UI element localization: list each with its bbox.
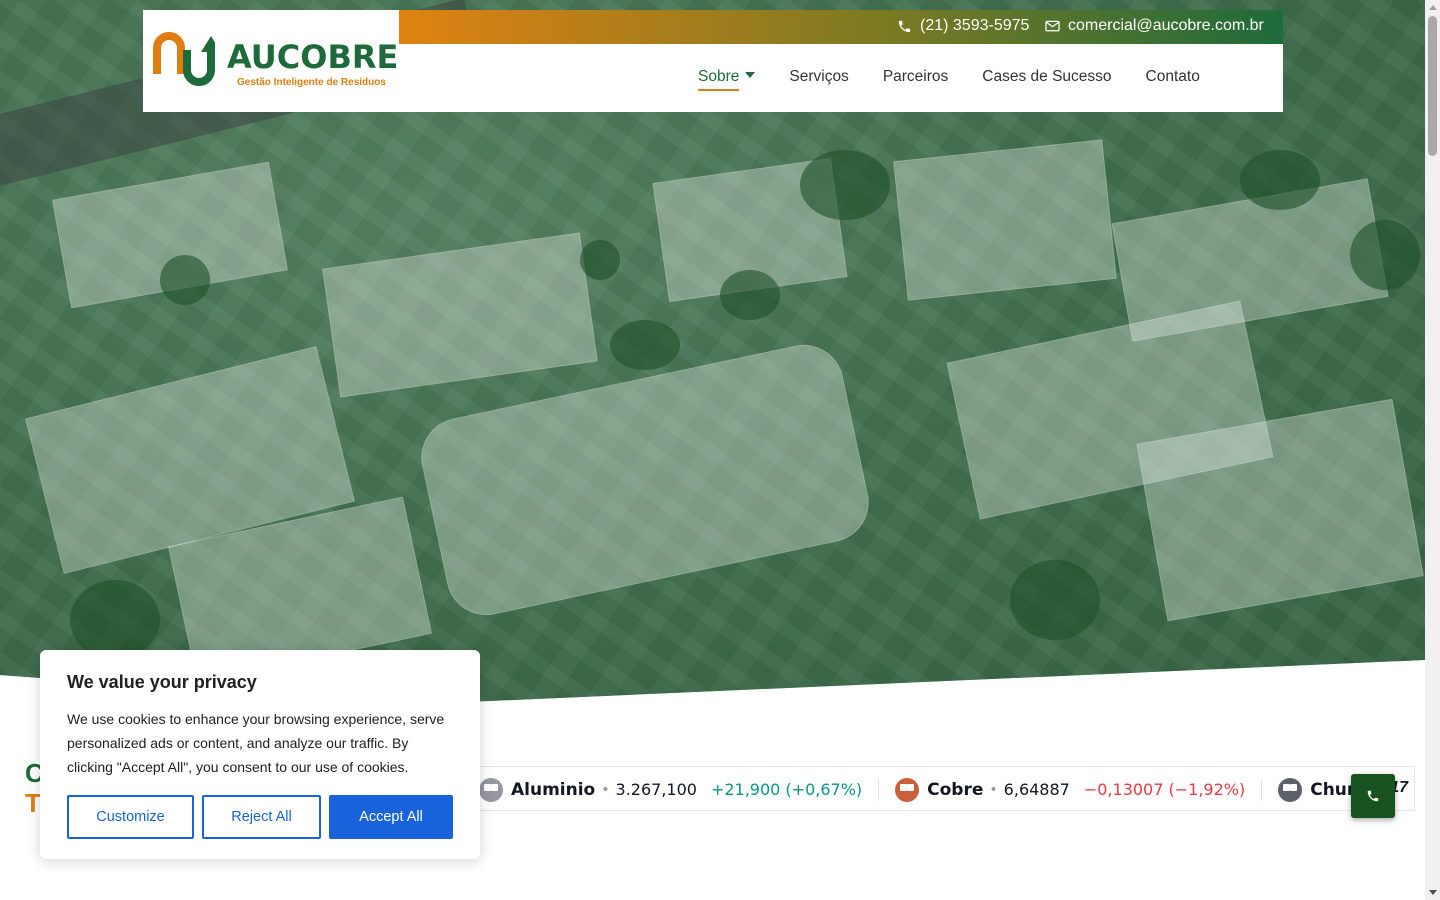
ticker-change: +21,900 (+0,67%)	[710, 780, 863, 799]
ticker-price: 3.267,100	[615, 780, 697, 799]
nav-item-sobre[interactable]: Sobre	[698, 68, 756, 91]
scroll-up-arrow-icon[interactable]	[1429, 5, 1437, 10]
nav-item-cases[interactable]: Cases de Sucesso	[982, 68, 1111, 86]
cobre-symbol-icon	[895, 777, 920, 802]
main-nav: Sobre Serviços Parceiros Cases de Sucess…	[698, 68, 1234, 91]
envelope-icon	[1045, 20, 1060, 32]
chumbo-symbol-icon	[1278, 777, 1303, 802]
floating-call-button[interactable]	[1351, 774, 1395, 818]
accept-all-button[interactable]: Accept All	[329, 795, 453, 839]
chevron-down-icon[interactable]	[745, 71, 756, 78]
phone-link[interactable]: (21) 3593-5975	[897, 17, 1029, 35]
cookie-consent-banner: We value your privacy We use cookies to …	[40, 650, 480, 859]
cookie-description: We use cookies to enhance your browsing …	[67, 711, 445, 775]
logo-mark-icon	[153, 32, 215, 86]
ticker-symbol-name: Aluminio	[511, 779, 596, 800]
email-link[interactable]: comercial@aucobre.com.br	[1045, 17, 1264, 35]
ticker-item-aluminio[interactable]: Aluminio • 3.267,100 +21,900 (+0,67%)	[479, 777, 863, 802]
metal-price-ticker[interactable]: Aluminio • 3.267,100 +21,900 (+0,67%) Co…	[440, 766, 1415, 811]
ticker-row: Aluminio • 3.267,100 +21,900 (+0,67%) Co…	[479, 767, 1393, 810]
phone-icon	[1367, 790, 1379, 802]
ticker-price: 6,64887	[1003, 780, 1070, 799]
ticker-change: −0,13007 (−1,92%)	[1083, 780, 1246, 799]
customize-button[interactable]: Customize	[67, 795, 194, 839]
brand-tagline: Gestão Inteligente de Resíduos	[237, 77, 386, 88]
scrollbar-thumb[interactable]	[1428, 16, 1437, 156]
site-header: AUCOBRE Gestão Inteligente de Resíduos (…	[143, 10, 1283, 112]
phone-number: (21) 3593-5975	[920, 17, 1030, 34]
ticker-item-cobre[interactable]: Cobre • 6,64887 −0,13007 (−1,92%)	[895, 777, 1246, 802]
scroll-down-arrow-icon[interactable]	[1429, 890, 1437, 895]
email-address: comercial@aucobre.com.br	[1068, 17, 1264, 34]
contact-topbar: (21) 3593-5975 comercial@aucobre.com.br	[399, 10, 1283, 44]
phone-icon	[898, 20, 911, 32]
aucobre-logo[interactable]: AUCOBRE Gestão Inteligente de Resíduos	[153, 28, 398, 98]
nav-item-parceiros[interactable]: Parceiros	[883, 68, 948, 86]
nav-item-servicos[interactable]: Serviços	[789, 68, 848, 86]
ticker-symbol-name: Cobre	[927, 779, 984, 800]
aluminio-symbol-icon	[479, 777, 503, 802]
brand-name: AUCOBRE	[227, 38, 399, 76]
nav-item-label: Sobre	[698, 68, 740, 91]
nav-item-contato[interactable]: Contato	[1146, 68, 1200, 86]
reject-all-button[interactable]: Reject All	[202, 795, 321, 839]
page-scrollbar[interactable]	[1425, 0, 1440, 900]
cookie-title: We value your privacy	[67, 672, 257, 692]
